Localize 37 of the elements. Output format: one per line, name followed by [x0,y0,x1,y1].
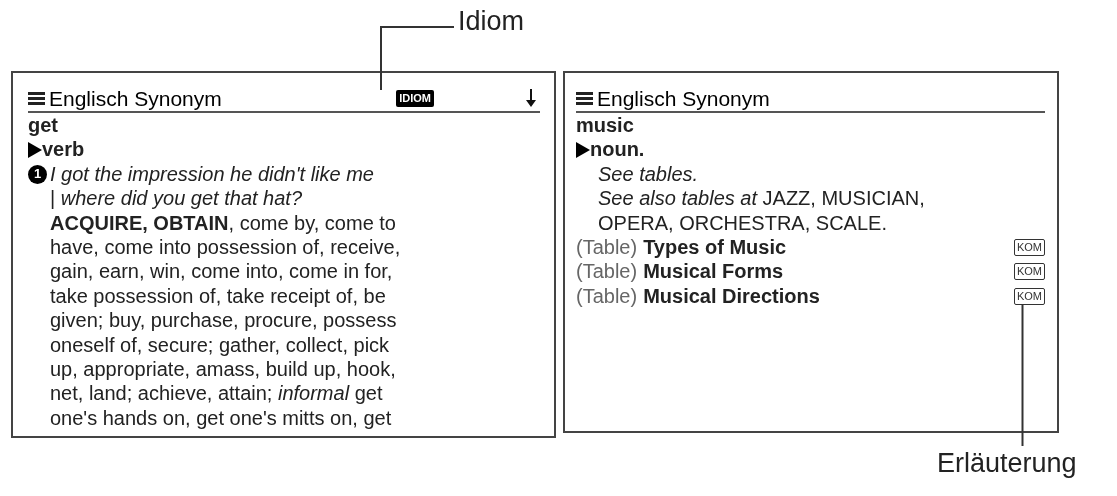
sense-number: 1 [28,164,47,184]
entry-text: given; buy, purchase, procure, possess [50,308,397,333]
pointer-icon [28,141,42,158]
entry-text: | where did you get that hat? [50,186,303,211]
callout-label: Idiom [458,8,525,35]
headword: music [576,113,634,138]
pointer-icon [576,141,590,158]
screen-title: Englisch Synonym [49,87,222,109]
table-link[interactable]: Types of Music [643,235,787,260]
menu-icon [28,90,45,106]
entry-text: gain, earn, win, come into, come in for, [50,259,393,284]
table-link[interactable]: Musical Directions [643,283,820,309]
menu-icon [576,90,593,106]
entry-text: up, appropriate, amass, build up, hook, [50,357,396,382]
entry-text: have, come into possession of, receive, [50,235,401,260]
entry-text: net, land; achieve, attain; informal get [50,381,383,406]
table-label: (Table) [576,259,638,284]
table-link[interactable]: Musical Forms [643,259,784,284]
entry-text: See tables. [598,161,699,187]
entry-text: take possession of, take receipt of, be [50,283,386,309]
entry-text: OPERA, ORCHESTRA, SCALE. [598,210,887,236]
explanation-badge: KOM [1013,238,1045,256]
entry-text: See also tables at JAZZ, MUSICIAN, [598,186,925,211]
screen-title: Englisch Synonym [597,87,770,109]
explanation-badge: KOM [1013,263,1045,281]
entry-text: one's hands on, get one's mitts on, get [50,405,392,431]
part-of-speech: verb [42,137,85,162]
part-of-speech: noun. [590,137,645,162]
entry-text: oneself of, secure; gather, collect, pick [50,332,390,358]
entry-text: I got the impression he didn't like me [50,161,374,187]
headword: get [28,113,58,138]
entry-text: ACQUIRE, OBTAIN, come by, come to [50,210,396,236]
table-label: (Table) [576,235,638,260]
callout-label: Erläuterung [937,450,1077,477]
explanation-badge: KOM [1013,287,1045,305]
idiom-badge: IDIOM [396,89,434,107]
table-label: (Table) [576,283,638,309]
